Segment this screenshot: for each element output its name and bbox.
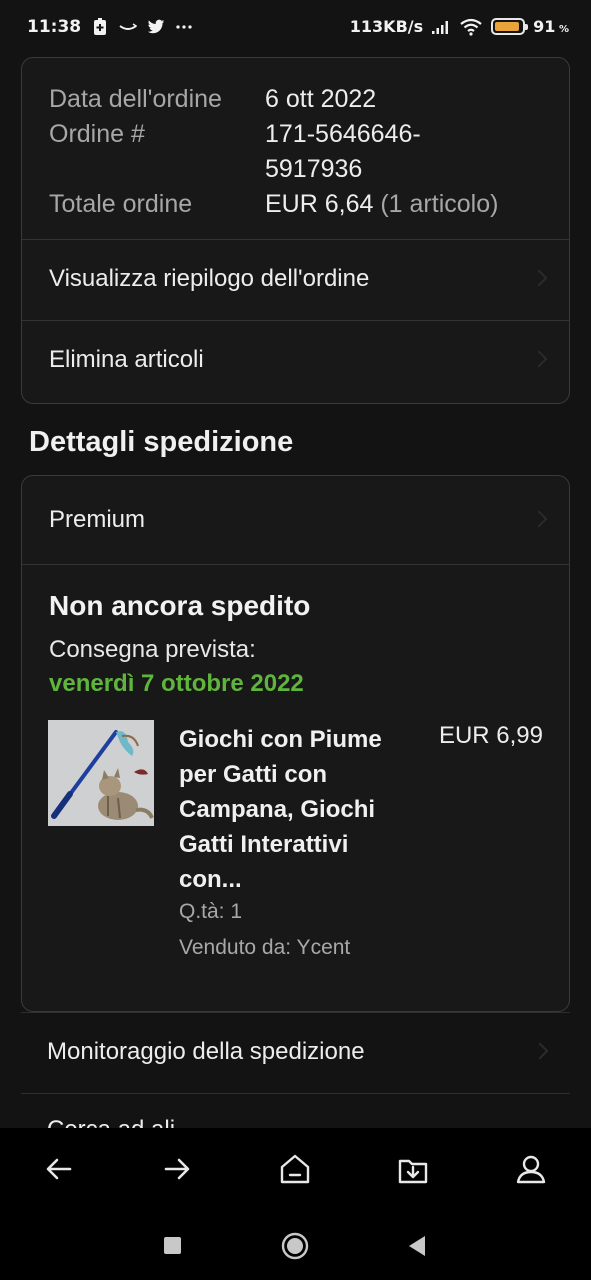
recents-button[interactable] bbox=[159, 1232, 187, 1260]
item-count: (1 articolo) bbox=[380, 190, 499, 218]
chevron-right-icon bbox=[530, 350, 548, 368]
system-nav-bar bbox=[0, 1210, 591, 1280]
amazon-smile-icon bbox=[119, 23, 138, 30]
network-speed: 113KB/s bbox=[349, 17, 424, 36]
signal-icon bbox=[432, 20, 449, 34]
order-date-value: 6 ott 2022 bbox=[265, 85, 377, 113]
partial-next-link[interactable]: Cerca ad ali... bbox=[47, 1116, 195, 1128]
shipment-status: Non ancora spedito bbox=[49, 590, 311, 621]
delete-items-link[interactable]: Elimina articoli bbox=[22, 320, 569, 400]
system-home-button[interactable] bbox=[281, 1232, 309, 1260]
forward-arrow-icon bbox=[164, 1158, 190, 1180]
back-button[interactable] bbox=[40, 1150, 78, 1188]
more-notifications-icon bbox=[176, 25, 192, 29]
chevron-right-icon bbox=[531, 1042, 549, 1060]
delete-items-label: Elimina articoli bbox=[49, 346, 204, 373]
browser-toolbar bbox=[0, 1128, 591, 1210]
order-number-label: Ordine # bbox=[49, 120, 145, 148]
divider bbox=[22, 564, 569, 565]
shipping-section-title: Dettagli spedizione bbox=[29, 426, 294, 458]
order-total-value: EUR 6,64 (1 articolo) bbox=[265, 190, 499, 218]
twitter-icon bbox=[147, 19, 165, 34]
battery-saver-icon bbox=[94, 18, 107, 35]
home-icon bbox=[280, 1154, 310, 1184]
home-circle-icon bbox=[281, 1232, 309, 1260]
order-total-row: Totale ordine EUR 6,64 (1 articolo) bbox=[49, 187, 555, 222]
downloads-icon bbox=[398, 1159, 428, 1184]
recents-square-icon bbox=[164, 1237, 181, 1254]
home-button[interactable] bbox=[276, 1150, 314, 1188]
product-quantity: Q.tà: 1 bbox=[179, 900, 243, 923]
back-arrow-icon bbox=[46, 1158, 72, 1180]
chevron-right-icon bbox=[530, 510, 548, 528]
order-info: Data dell'ordine 6 ott 2022 Ordine # 171… bbox=[49, 82, 555, 222]
order-total-label: Totale ordine bbox=[49, 190, 193, 218]
battery-icon bbox=[491, 18, 529, 35]
order-details-page: Data dell'ordine 6 ott 2022 Ordine # 171… bbox=[0, 54, 591, 1128]
back-triangle-icon bbox=[409, 1236, 425, 1256]
downloads-button[interactable] bbox=[394, 1150, 432, 1188]
order-date-label: Data dell'ordine bbox=[49, 85, 222, 113]
product-image[interactable] bbox=[48, 720, 154, 826]
system-back-button[interactable] bbox=[403, 1232, 431, 1260]
shipping-method-row[interactable]: Premium bbox=[22, 476, 569, 564]
delivery-label: Consegna prevista: bbox=[49, 636, 256, 663]
product-seller: Venduto da: Ycent bbox=[179, 936, 351, 959]
view-order-summary-link[interactable]: Visualizza riepilogo dell'ordine bbox=[22, 239, 569, 319]
forward-button[interactable] bbox=[158, 1150, 196, 1188]
shipment-card: Premium Non ancora spedito Consegna prev… bbox=[21, 475, 570, 1012]
profile-icon bbox=[516, 1155, 546, 1184]
delivery-date: venerdì 7 ottobre 2022 bbox=[49, 670, 304, 697]
order-date-row: Data dell'ordine 6 ott 2022 bbox=[49, 82, 555, 117]
order-summary-card: Data dell'ordine 6 ott 2022 Ordine # 171… bbox=[21, 57, 570, 404]
order-number-value: 171-5646646- 5917936 bbox=[265, 120, 421, 183]
battery-percent: 91 % bbox=[533, 17, 569, 36]
status-bar: 11:38 113KB/s 91 % bbox=[0, 0, 591, 54]
view-order-summary-label: Visualizza riepilogo dell'ordine bbox=[49, 265, 370, 292]
wifi-icon bbox=[460, 18, 482, 36]
track-shipment-link[interactable]: Monitoraggio della spedizione bbox=[21, 1012, 570, 1092]
clock: 11:38 bbox=[27, 17, 82, 37]
product-price: EUR 6,99 bbox=[438, 722, 543, 749]
profile-button[interactable] bbox=[512, 1150, 550, 1188]
shipping-method-label: Premium bbox=[49, 506, 146, 533]
track-shipment-label: Monitoraggio della spedizione bbox=[47, 1038, 365, 1065]
product-title[interactable]: Giochi con Piume per Gatti con Campana, … bbox=[179, 722, 409, 897]
divider bbox=[21, 1093, 570, 1094]
cat-feather-toy-image bbox=[48, 720, 154, 826]
order-number-row: Ordine # 171-5646646- 5917936 bbox=[49, 117, 555, 187]
chevron-right-icon bbox=[530, 269, 548, 287]
